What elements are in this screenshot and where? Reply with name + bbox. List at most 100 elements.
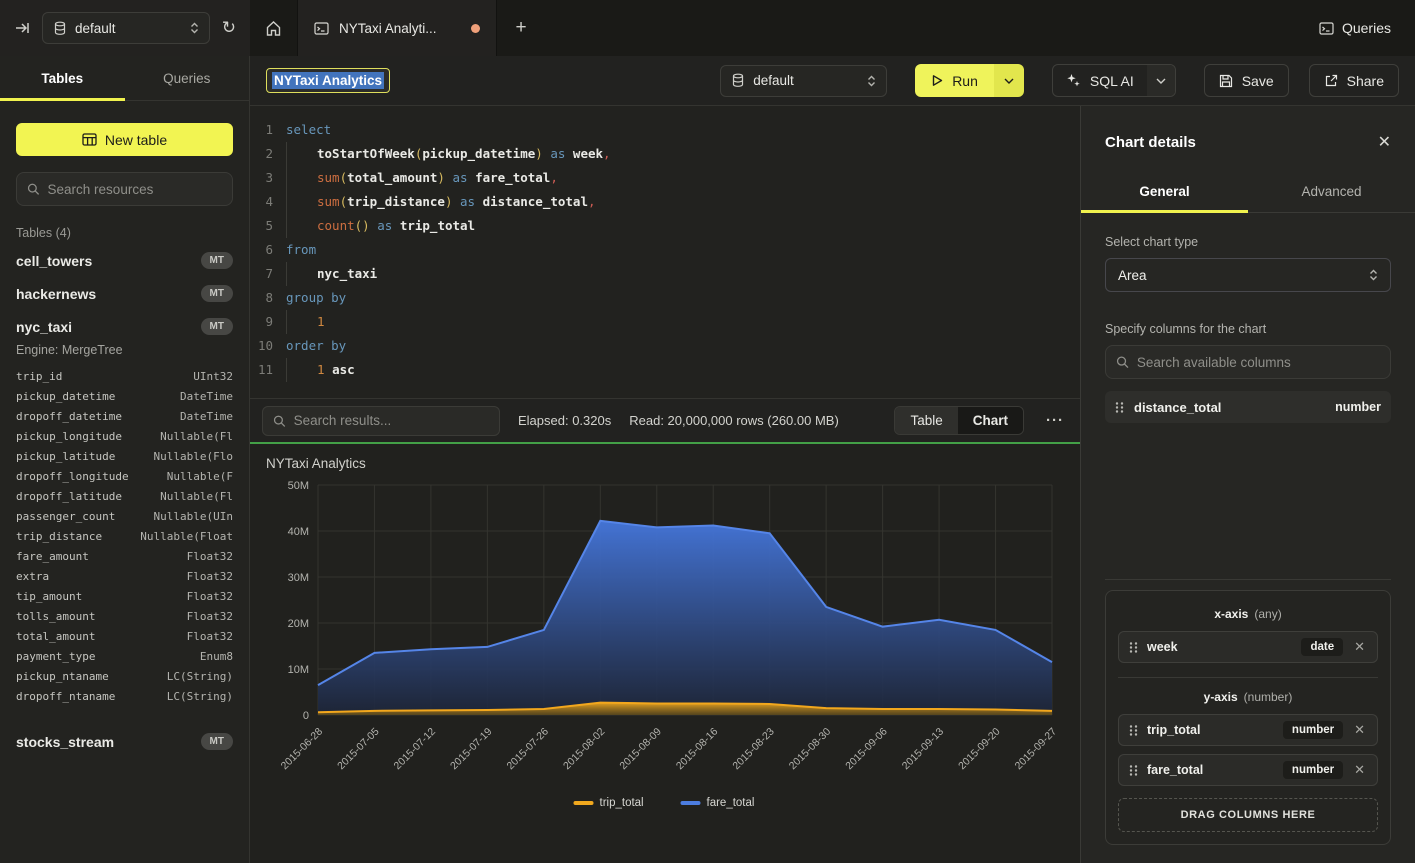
- sql-ai-button[interactable]: SQL AI: [1052, 64, 1176, 97]
- column-name: trip_total: [1147, 723, 1200, 737]
- home-tab-icon[interactable]: [250, 0, 297, 56]
- sidebar-search[interactable]: [16, 172, 233, 206]
- line-number: 8: [250, 286, 286, 310]
- axis-column-item[interactable]: trip_total number ✕: [1118, 714, 1378, 746]
- sidebar-tabs: Tables Queries: [0, 56, 249, 101]
- table-row[interactable]: stocks_stream MT: [0, 725, 249, 758]
- results-bar: Elapsed: 0.320s Read: 20,000,000 rows (2…: [250, 398, 1080, 442]
- columns-search[interactable]: [1105, 345, 1391, 379]
- updown-chevron-icon: [190, 22, 199, 34]
- table-row[interactable]: nyc_taxi MT: [0, 310, 249, 343]
- sql-ai-button-main[interactable]: SQL AI: [1053, 65, 1147, 96]
- drag-handle-icon[interactable]: [1129, 764, 1138, 777]
- refresh-icon[interactable]: ↻: [222, 18, 236, 38]
- sidebar-search-input[interactable]: [48, 182, 222, 197]
- drag-handle-icon[interactable]: [1129, 724, 1138, 737]
- code-line: 1select: [250, 118, 1080, 142]
- save-button[interactable]: Save: [1204, 64, 1289, 97]
- share-button[interactable]: Share: [1309, 64, 1399, 97]
- tab-advanced[interactable]: Advanced: [1248, 172, 1415, 212]
- chevron-down-icon: [1156, 78, 1166, 84]
- chart-type-label: Select chart type: [1105, 235, 1391, 249]
- close-icon[interactable]: ✕: [1378, 132, 1391, 152]
- legend-swatch-trip-total[interactable]: [574, 801, 594, 805]
- query-title-input[interactable]: NYTaxi Analytics: [266, 68, 390, 93]
- results-search-input[interactable]: [294, 413, 489, 428]
- remove-column-icon[interactable]: ✕: [1352, 762, 1367, 778]
- column-name: fare_total: [1147, 763, 1203, 777]
- table-view-button[interactable]: Table: [895, 407, 957, 434]
- run-options-caret[interactable]: [994, 64, 1024, 97]
- run-button[interactable]: Run: [915, 64, 1024, 97]
- tables-section-label: Tables (4): [16, 226, 233, 240]
- line-number: 6: [250, 238, 286, 262]
- drag-handle-icon[interactable]: [1129, 641, 1138, 654]
- column-row: trip_distanceNullable(Float: [16, 527, 233, 547]
- sidebar: Tables Queries New table Tables (4) cell…: [0, 56, 250, 863]
- chart-view-button[interactable]: Chart: [958, 407, 1023, 434]
- sql-ai-caret[interactable]: [1147, 65, 1175, 96]
- chart-details-title: Chart details: [1105, 134, 1196, 151]
- editor-column: 1select2toStartOfWeek(pickup_datetime) a…: [250, 106, 1080, 863]
- sidebar-tab-queries[interactable]: Queries: [125, 56, 250, 100]
- sidebar-tab-tables[interactable]: Tables: [0, 56, 125, 100]
- drop-zone[interactable]: DRAG COLUMNS HERE: [1118, 798, 1378, 832]
- remove-column-icon[interactable]: ✕: [1352, 639, 1367, 655]
- new-table-button[interactable]: New table: [16, 123, 233, 156]
- database-selector[interactable]: default: [42, 12, 210, 44]
- axes-divider: [1118, 677, 1378, 678]
- view-toggle: Table Chart: [894, 406, 1024, 435]
- toolbar-database-selector[interactable]: default: [720, 65, 887, 97]
- legend-label-fare-total[interactable]: fare_total: [707, 797, 755, 809]
- y-axis-label: y-axis: [1204, 690, 1238, 704]
- column-name: distance_total: [1134, 400, 1221, 415]
- column-row: pickup_datetimeDateTime: [16, 387, 233, 407]
- columns-search-input[interactable]: [1137, 355, 1380, 370]
- x-tick-label: 2015-07-19: [448, 726, 495, 773]
- database-icon: [53, 21, 67, 36]
- collapse-sidebar-icon[interactable]: [14, 20, 30, 36]
- column-row: dropoff_datetimeDateTime: [16, 407, 233, 427]
- query-toolbar: NYTaxi Analytics default Run: [250, 56, 1415, 106]
- y-tick-label: 50M: [288, 480, 309, 492]
- table-icon: [82, 133, 97, 146]
- axis-column-item[interactable]: week date ✕: [1118, 631, 1378, 663]
- unsaved-dot-icon: [471, 24, 480, 33]
- queries-button[interactable]: Queries: [1319, 20, 1391, 36]
- line-number: 4: [250, 190, 286, 214]
- area-chart[interactable]: 010M20M30M40M50M2015-06-282015-07-052015…: [266, 475, 1064, 827]
- tab-general[interactable]: General: [1081, 172, 1248, 212]
- table-row[interactable]: cell_towers MT: [0, 244, 249, 277]
- query-tab[interactable]: NYTaxi Analyti...: [297, 0, 497, 56]
- line-number: 5: [250, 214, 286, 238]
- query-title-value: NYTaxi Analytics: [272, 72, 384, 89]
- sql-editor[interactable]: 1select2toStartOfWeek(pickup_datetime) a…: [250, 106, 1080, 398]
- run-button-label: Run: [952, 73, 978, 89]
- chart-type-selector[interactable]: Area: [1105, 258, 1391, 292]
- drag-handle-icon[interactable]: [1115, 401, 1124, 414]
- column-row: payment_typeEnum8: [16, 647, 233, 667]
- run-button-main[interactable]: Run: [915, 64, 994, 97]
- y-tick-label: 0: [303, 710, 309, 722]
- column-row: passenger_countNullable(UIn: [16, 507, 233, 527]
- line-number: 11: [250, 358, 286, 382]
- axis-column-item[interactable]: fare_total number ✕: [1118, 754, 1378, 786]
- share-button-label: Share: [1347, 73, 1384, 89]
- remove-column-icon[interactable]: ✕: [1352, 722, 1367, 738]
- new-tab-button[interactable]: +: [497, 0, 545, 56]
- column-row: pickup_latitudeNullable(Flo: [16, 447, 233, 467]
- terminal-icon: [314, 22, 329, 35]
- chart-details-panel: Chart details ✕ General Advanced Select …: [1080, 106, 1415, 863]
- more-options-icon[interactable]: ···: [1042, 412, 1068, 429]
- available-column-item[interactable]: distance_total number: [1105, 391, 1391, 423]
- table-row[interactable]: hackernews MT: [0, 277, 249, 310]
- legend-swatch-fare-total[interactable]: [681, 801, 701, 805]
- y-tick-label: 20M: [288, 618, 309, 630]
- x-axis-items: week date ✕: [1118, 631, 1378, 663]
- column-row: tip_amountFloat32: [16, 587, 233, 607]
- code-line: 91: [250, 310, 1080, 334]
- column-row: tolls_amountFloat32: [16, 607, 233, 627]
- legend-label-trip-total[interactable]: trip_total: [600, 797, 644, 809]
- x-tick-label: 2015-09-13: [900, 726, 947, 773]
- results-search[interactable]: [262, 406, 500, 436]
